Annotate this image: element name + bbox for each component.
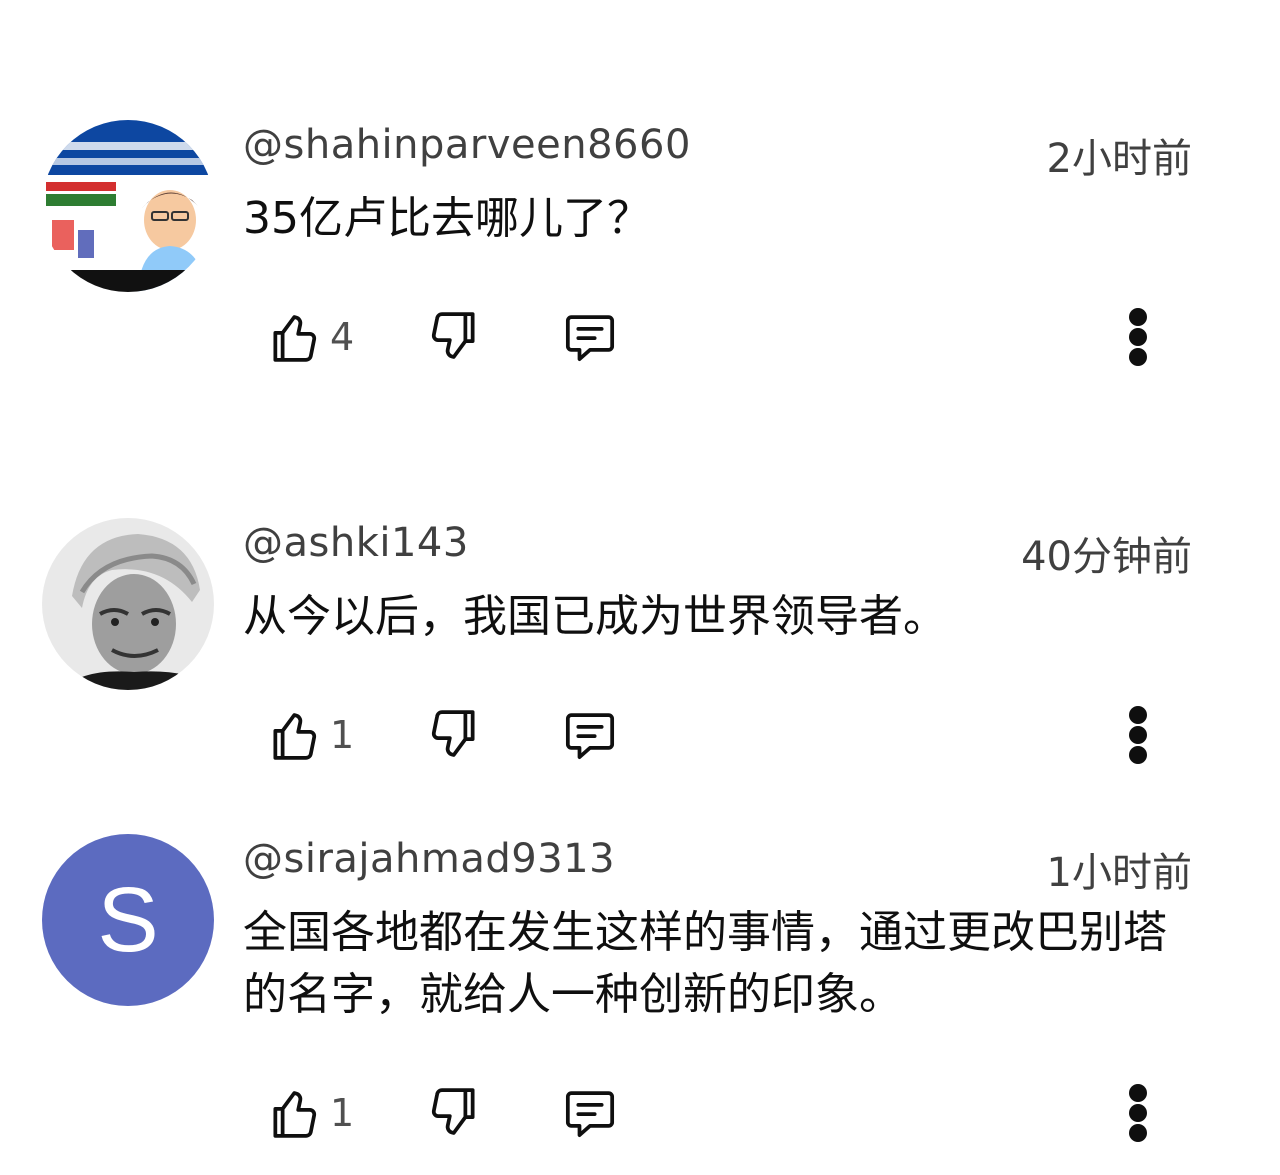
reply-comment-icon [565,315,615,362]
dislike-button[interactable] [430,1078,480,1148]
more-options-button[interactable] [1120,700,1156,770]
comment-text: 从今以后，我国已成为世界领导者。 [243,591,947,642]
like-button[interactable]: 4 [268,302,354,372]
more-vertical-icon [1129,1084,1147,1102]
comment-actions: 1 [0,1078,1280,1148]
comment-timestamp: 1小时前 [1046,850,1192,896]
more-vertical-icon [1129,706,1147,724]
comment-text: 全国各地都在发生这样的事情，通过更改巴别塔的名字，就给人一种创新的印象。 [243,907,1167,1020]
reply-comment-icon [565,1091,615,1138]
reply-button[interactable] [562,302,618,372]
avatar[interactable] [42,518,214,690]
comment-actions: 4 [0,302,1280,372]
avatar[interactable] [42,120,214,292]
thumbs-down-icon [431,1088,475,1135]
reply-comment-icon [565,713,615,760]
comment-timestamp: 40分钟前 [1021,534,1192,580]
dislike-button[interactable] [430,302,480,372]
reply-button[interactable] [562,1078,618,1148]
like-count: 1 [330,713,355,757]
comment-timestamp: 2小时前 [1046,136,1192,182]
avatar[interactable]: S [42,834,214,1006]
thumbs-down-icon [431,710,475,757]
dislike-button[interactable] [430,700,480,770]
like-button[interactable]: 1 [268,1078,354,1148]
like-count: 1 [330,1091,355,1135]
like-button[interactable]: 1 [268,700,354,770]
comment-username[interactable]: @shahinparveen8660 [243,122,691,168]
comment-username[interactable]: @ashki143 [243,520,469,566]
thumbs-down-icon [431,312,475,359]
like-count: 4 [330,315,355,359]
thumbs-up-icon [273,1091,317,1138]
more-options-button[interactable] [1120,302,1156,372]
more-vertical-icon [1129,308,1147,326]
comment-username[interactable]: @sirajahmad9313 [243,836,615,882]
thumbs-up-icon [273,315,317,362]
comment-text: 35亿卢比去哪儿了？ [243,193,651,244]
more-options-button[interactable] [1120,1078,1156,1148]
comment-actions: 1 [0,700,1280,770]
reply-button[interactable] [562,700,618,770]
avatar-letter: S [97,869,159,971]
thumbs-up-icon [273,713,317,760]
thumbnail-avatar-image [42,120,214,292]
portrait-avatar-image [42,518,214,690]
